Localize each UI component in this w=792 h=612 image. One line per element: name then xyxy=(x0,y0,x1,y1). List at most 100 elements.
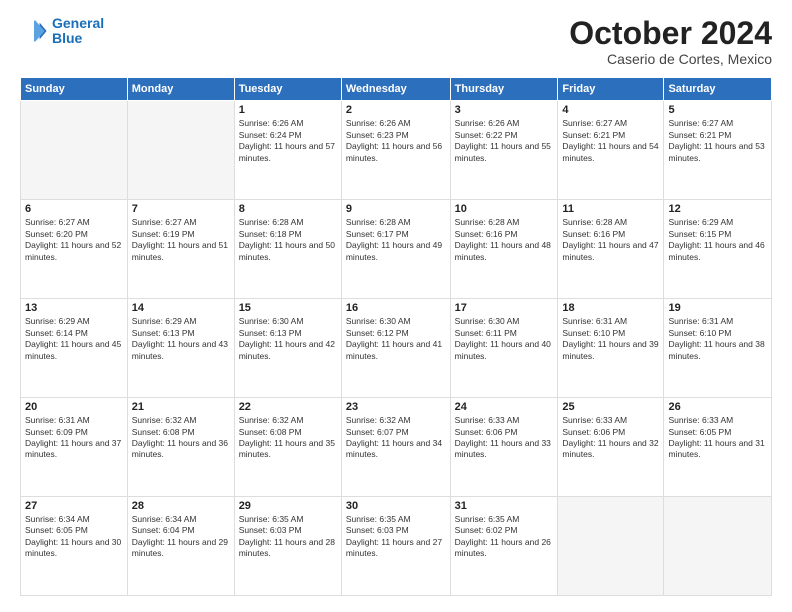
table-row: 12Sunrise: 6:29 AM Sunset: 6:15 PM Dayli… xyxy=(664,200,772,299)
day-number: 23 xyxy=(346,401,446,413)
table-row: 4 Sunrise: 6:27 AM Sunset: 6:21 PM Daylig… xyxy=(558,101,664,200)
table-row: 28 Sunrise: 6:34 AM Sunset: 6:04 PM Dayli… xyxy=(127,497,234,596)
title-block: October 2024 Caserio de Cortes, Mexico xyxy=(569,16,772,67)
day-info: Sunrise: 6:31 AM Sunset: 6:10 PM Dayligh… xyxy=(562,316,659,362)
day-info: Sunrise: 6:30 AM Sunset: 6:12 PM Dayligh… xyxy=(346,316,446,362)
day-number: 24 xyxy=(455,401,554,413)
day-info: Sunrise: 6:33 AM Sunset: 6:06 PM Dayligh… xyxy=(562,415,659,461)
col-wednesday: Wednesday xyxy=(341,78,450,101)
col-thursday: Thursday xyxy=(450,78,558,101)
calendar-week-row: 13Sunrise: 6:29 AM Sunset: 6:14 PM Dayli… xyxy=(21,299,772,398)
header-row: Sunday Monday Tuesday Wednesday Thursday… xyxy=(21,78,772,101)
table-row: 29 Sunrise: 6:35 AM Sunset: 6:03 PM Dayli… xyxy=(234,497,341,596)
day-number: 7 xyxy=(132,203,230,215)
table-row: 30 Sunrise: 6:35 AM Sunset: 6:03 PM Dayli… xyxy=(341,497,450,596)
logo-icon xyxy=(20,17,48,45)
table-row: 8 Sunrise: 6:28 AM Sunset: 6:18 PM Daylig… xyxy=(234,200,341,299)
day-number: 10 xyxy=(455,203,554,215)
day-number: 18 xyxy=(562,302,659,314)
day-info: Sunrise: 6:35 AM Sunset: 6:02 PM Dayligh… xyxy=(455,514,554,560)
calendar-table: Sunday Monday Tuesday Wednesday Thursday… xyxy=(20,77,772,596)
day-info: Sunrise: 6:27 AM Sunset: 6:21 PM Dayligh… xyxy=(562,118,659,164)
day-info: Sunrise: 6:29 AM Sunset: 6:13 PM Dayligh… xyxy=(132,316,230,362)
logo-line1: General xyxy=(52,15,104,31)
day-number: 11 xyxy=(562,203,659,215)
day-info: Sunrise: 6:26 AM Sunset: 6:22 PM Dayligh… xyxy=(455,118,554,164)
calendar-body: 1Sunrise: 6:26 AM Sunset: 6:24 PM Daylig… xyxy=(21,101,772,596)
table-row: 22 Sunrise: 6:32 AM Sunset: 6:08 PM Dayli… xyxy=(234,398,341,497)
day-info: Sunrise: 6:32 AM Sunset: 6:08 PM Dayligh… xyxy=(239,415,337,461)
header: General Blue October 2024 Caserio de Cor… xyxy=(20,16,772,67)
day-number: 27 xyxy=(25,500,123,512)
day-info: Sunrise: 6:34 AM Sunset: 6:04 PM Dayligh… xyxy=(132,514,230,560)
day-info: Sunrise: 6:34 AM Sunset: 6:05 PM Dayligh… xyxy=(25,514,123,560)
day-number: 15 xyxy=(239,302,337,314)
calendar-week-row: 1Sunrise: 6:26 AM Sunset: 6:24 PM Daylig… xyxy=(21,101,772,200)
location-subtitle: Caserio de Cortes, Mexico xyxy=(569,51,772,67)
table-row: 20 Sunrise: 6:31 AM Sunset: 6:09 PM Dayli… xyxy=(21,398,128,497)
day-number: 5 xyxy=(668,104,767,116)
table-row: 23 Sunrise: 6:32 AM Sunset: 6:07 PM Dayli… xyxy=(341,398,450,497)
day-number: 1 xyxy=(239,104,337,116)
day-number: 8 xyxy=(239,203,337,215)
day-info: Sunrise: 6:31 AM Sunset: 6:09 PM Dayligh… xyxy=(25,415,123,461)
table-row: 5 Sunrise: 6:27 AM Sunset: 6:21 PM Daylig… xyxy=(664,101,772,200)
day-number: 9 xyxy=(346,203,446,215)
day-number: 17 xyxy=(455,302,554,314)
table-row: 18 Sunrise: 6:31 AM Sunset: 6:10 PM Dayli… xyxy=(558,299,664,398)
logo-line2: Blue xyxy=(52,30,82,46)
table-row: 27 Sunrise: 6:34 AM Sunset: 6:05 PM Dayli… xyxy=(21,497,128,596)
day-info: Sunrise: 6:32 AM Sunset: 6:07 PM Dayligh… xyxy=(346,415,446,461)
day-number: 3 xyxy=(455,104,554,116)
calendar-week-row: 6 Sunrise: 6:27 AM Sunset: 6:20 PM Daylig… xyxy=(21,200,772,299)
col-monday: Monday xyxy=(127,78,234,101)
table-row xyxy=(558,497,664,596)
table-row: 25 Sunrise: 6:33 AM Sunset: 6:06 PM Dayli… xyxy=(558,398,664,497)
table-row: 16 Sunrise: 6:30 AM Sunset: 6:12 PM Dayli… xyxy=(341,299,450,398)
page: General Blue October 2024 Caserio de Cor… xyxy=(0,0,792,612)
day-number: 19 xyxy=(668,302,767,314)
table-row: 14 Sunrise: 6:29 AM Sunset: 6:13 PM Dayli… xyxy=(127,299,234,398)
day-info: Sunrise: 6:35 AM Sunset: 6:03 PM Dayligh… xyxy=(239,514,337,560)
col-saturday: Saturday xyxy=(664,78,772,101)
day-number: 22 xyxy=(239,401,337,413)
table-row: 10 Sunrise: 6:28 AM Sunset: 6:16 PM Dayli… xyxy=(450,200,558,299)
day-number: 13 xyxy=(25,302,123,314)
day-info: Sunrise: 6:28 AM Sunset: 6:16 PM Dayligh… xyxy=(455,217,554,263)
day-number: 20 xyxy=(25,401,123,413)
logo: General Blue xyxy=(20,16,104,47)
table-row xyxy=(21,101,128,200)
day-number: 16 xyxy=(346,302,446,314)
day-number: 6 xyxy=(25,203,123,215)
table-row: 19 Sunrise: 6:31 AM Sunset: 6:10 PM Dayli… xyxy=(664,299,772,398)
day-number: 14 xyxy=(132,302,230,314)
day-info: Sunrise: 6:33 AM Sunset: 6:06 PM Dayligh… xyxy=(455,415,554,461)
col-tuesday: Tuesday xyxy=(234,78,341,101)
table-row: 13Sunrise: 6:29 AM Sunset: 6:14 PM Dayli… xyxy=(21,299,128,398)
month-title: October 2024 xyxy=(569,16,772,51)
table-row xyxy=(127,101,234,200)
table-row: 15Sunrise: 6:30 AM Sunset: 6:13 PM Dayli… xyxy=(234,299,341,398)
day-number: 28 xyxy=(132,500,230,512)
logo-text: General Blue xyxy=(52,16,104,47)
day-number: 2 xyxy=(346,104,446,116)
day-info: Sunrise: 6:27 AM Sunset: 6:20 PM Dayligh… xyxy=(25,217,123,263)
calendar-week-row: 27 Sunrise: 6:34 AM Sunset: 6:05 PM Dayli… xyxy=(21,497,772,596)
day-number: 25 xyxy=(562,401,659,413)
day-info: Sunrise: 6:31 AM Sunset: 6:10 PM Dayligh… xyxy=(668,316,767,362)
day-info: Sunrise: 6:28 AM Sunset: 6:18 PM Dayligh… xyxy=(239,217,337,263)
day-info: Sunrise: 6:33 AM Sunset: 6:05 PM Dayligh… xyxy=(668,415,767,461)
day-info: Sunrise: 6:35 AM Sunset: 6:03 PM Dayligh… xyxy=(346,514,446,560)
day-info: Sunrise: 6:27 AM Sunset: 6:21 PM Dayligh… xyxy=(668,118,767,164)
day-number: 30 xyxy=(346,500,446,512)
day-number: 29 xyxy=(239,500,337,512)
col-friday: Friday xyxy=(558,78,664,101)
day-number: 4 xyxy=(562,104,659,116)
calendar-header: Sunday Monday Tuesday Wednesday Thursday… xyxy=(21,78,772,101)
day-info: Sunrise: 6:28 AM Sunset: 6:16 PM Dayligh… xyxy=(562,217,659,263)
day-number: 31 xyxy=(455,500,554,512)
table-row: 11 Sunrise: 6:28 AM Sunset: 6:16 PM Dayli… xyxy=(558,200,664,299)
day-info: Sunrise: 6:26 AM Sunset: 6:23 PM Dayligh… xyxy=(346,118,446,164)
table-row: 1Sunrise: 6:26 AM Sunset: 6:24 PM Daylig… xyxy=(234,101,341,200)
day-number: 21 xyxy=(132,401,230,413)
